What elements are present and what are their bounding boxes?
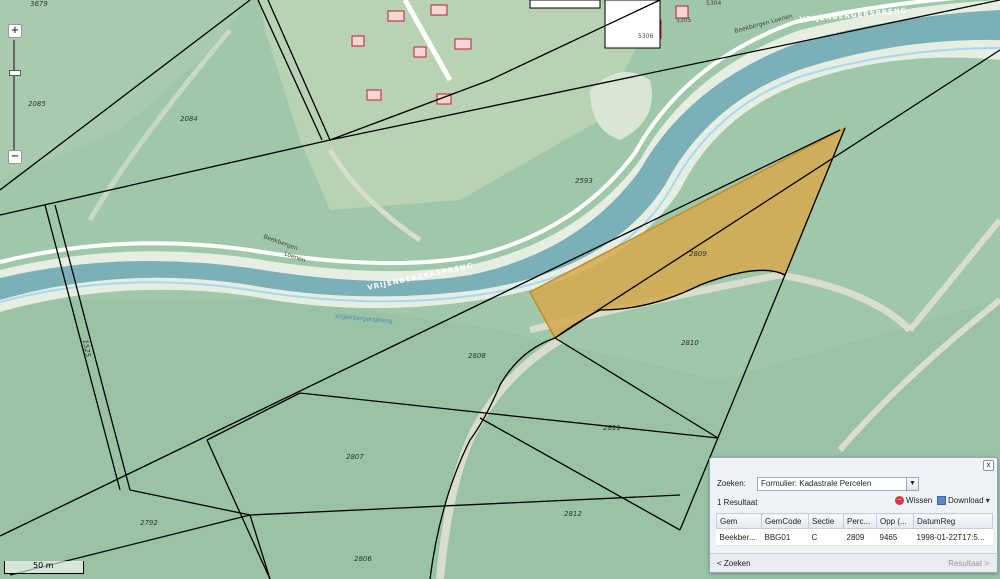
back-to-search-button[interactable]: < Zoeken — [717, 559, 751, 568]
results-table: Gem GemCode Sectie Perc... Opp (... Datu… — [716, 513, 993, 546]
download-label: Download — [948, 496, 984, 505]
column-header[interactable]: GemCode — [761, 513, 809, 529]
download-icon — [937, 496, 946, 506]
table-cell: 2809 — [843, 528, 877, 546]
download-button[interactable]: Download ▾ — [937, 496, 990, 506]
table-row[interactable]: Beekber... BBG01 C 2809 9465 1998-01-22T… — [716, 528, 993, 546]
parcel-label: 2807 — [346, 453, 364, 461]
zoom-out-button[interactable]: − — [8, 150, 22, 164]
house-number: 5306 — [638, 33, 653, 40]
parcel-label: 2792 — [140, 519, 158, 527]
scale-bar: 50 m — [4, 561, 84, 574]
parcel-label: 2811 — [603, 424, 621, 432]
parcel-label: 2810 — [681, 339, 699, 347]
next-result-button[interactable]: Resultaat > — [948, 559, 989, 568]
table-cell: Beekber... — [716, 528, 762, 546]
delete-icon: − — [895, 496, 904, 506]
column-header[interactable]: Opp (... — [876, 513, 914, 529]
panel-footer: < Zoeken Resultaat > — [710, 553, 997, 572]
parcel-label: 2593 — [575, 177, 593, 185]
results-panel: x Zoeken: Formulier: Kadastrale Percelen… — [709, 457, 998, 573]
column-header[interactable]: Perc... — [843, 513, 877, 529]
parcel-label: 2808 — [468, 352, 486, 360]
column-header[interactable]: DatumReg — [913, 513, 993, 529]
table-cell: C — [808, 528, 844, 546]
zoom-slider-track[interactable] — [13, 40, 15, 160]
result-count: 1 Resultaat — [717, 498, 758, 507]
table-header-row: Gem GemCode Sectie Perc... Opp (... Datu… — [716, 513, 993, 529]
clear-label: Wissen — [906, 496, 933, 505]
table-cell: BBG01 — [761, 528, 809, 546]
zoom-in-button[interactable]: + — [8, 24, 22, 38]
search-label: Zoeken: — [717, 479, 746, 488]
column-header[interactable]: Gem — [716, 513, 762, 529]
close-button[interactable]: x — [983, 460, 994, 471]
parcel-label: 2084 — [180, 115, 198, 123]
table-cell: 1998-01-22T17:5... — [913, 528, 993, 546]
column-header[interactable]: Sectie — [808, 513, 844, 529]
table-cell: 9465 — [876, 528, 914, 546]
zoom-control: + − — [4, 6, 24, 166]
clear-button[interactable]: − Wissen — [895, 496, 933, 506]
house-number: 5304 — [706, 0, 721, 7]
house-number: 5305 — [676, 17, 691, 24]
search-form-select[interactable]: Formulier: Kadastrale Percelen — [757, 477, 914, 491]
parcel-label: 2809 — [689, 250, 707, 258]
parcel-label: 2085 — [28, 100, 46, 108]
parcel-label: 2806 — [354, 555, 372, 563]
parcel-label: 3679 — [30, 0, 48, 8]
scale-label: 50 m — [33, 561, 54, 570]
zoom-slider-handle[interactable] — [9, 70, 21, 76]
chevron-down-icon[interactable]: ▼ — [906, 477, 919, 491]
parcel-label: 2812 — [564, 510, 582, 518]
